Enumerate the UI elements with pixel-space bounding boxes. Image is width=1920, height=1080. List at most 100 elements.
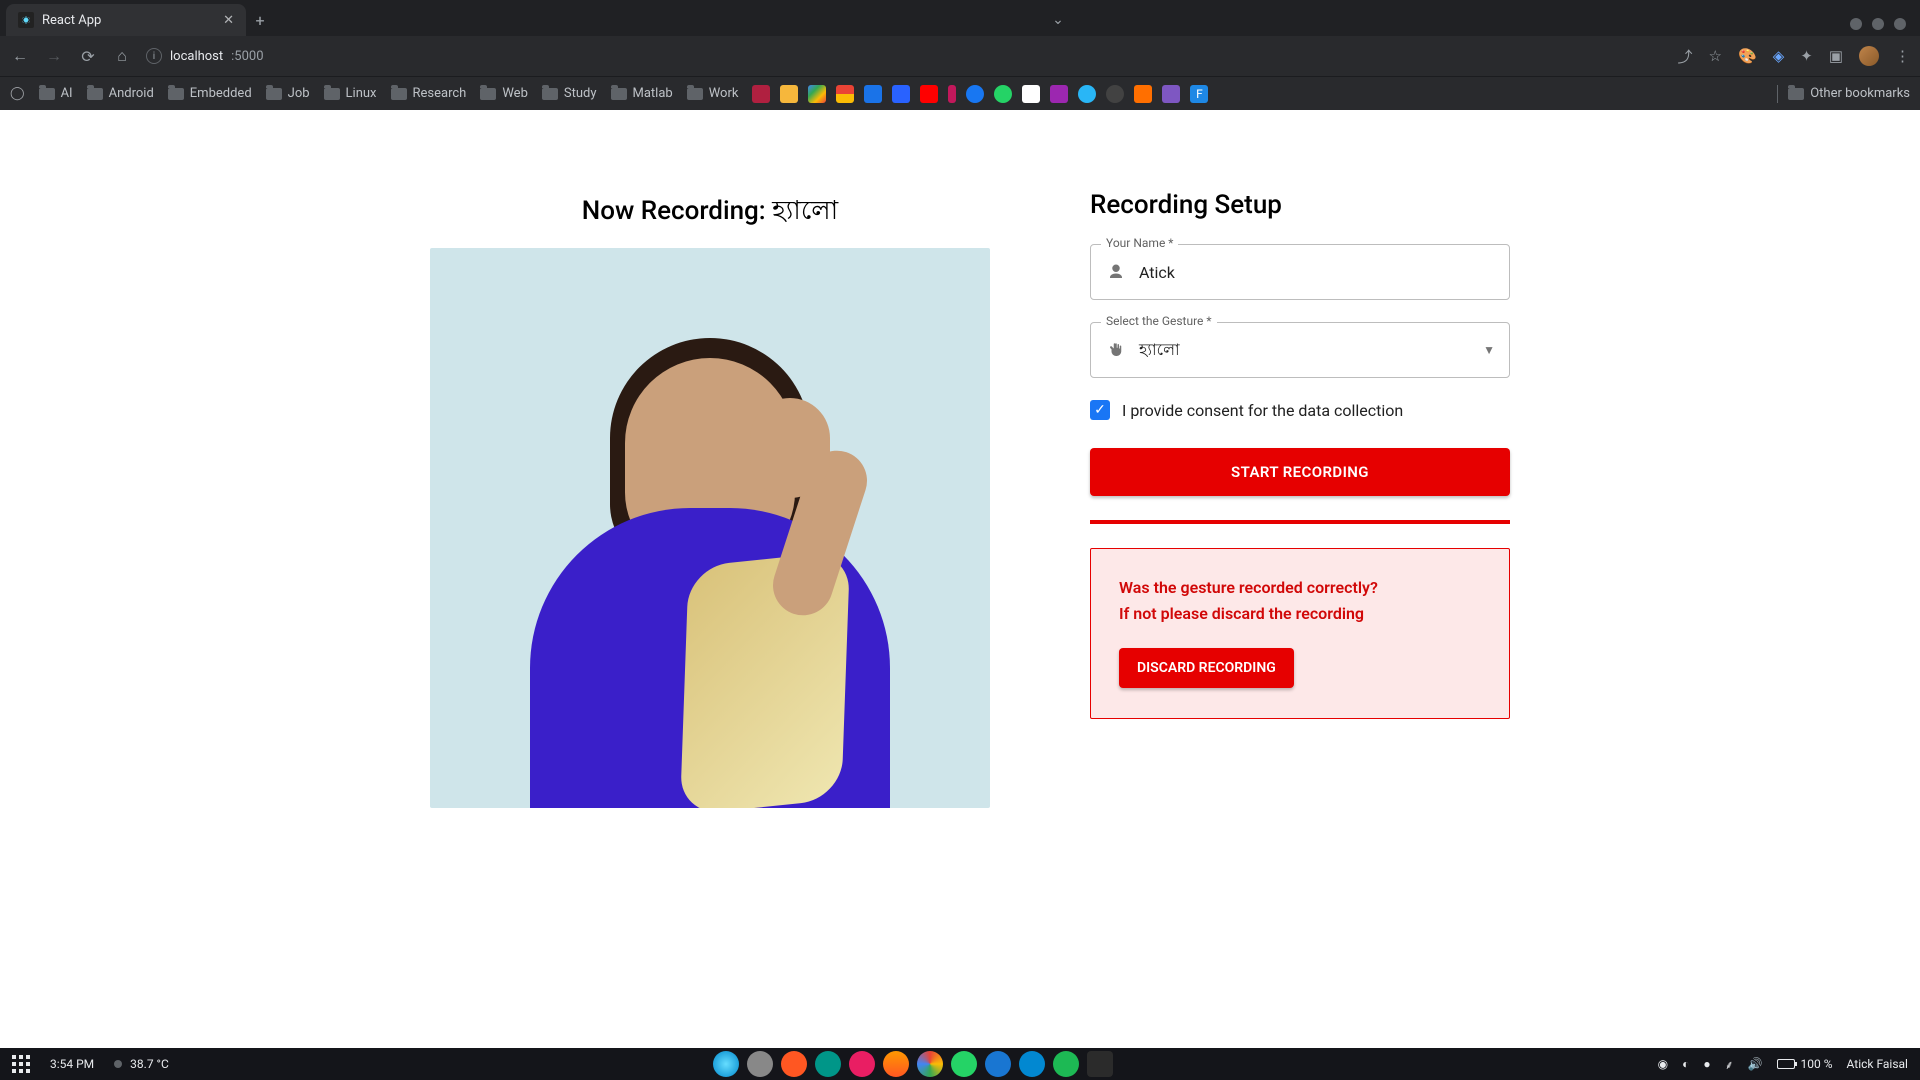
start-recording-button[interactable]: START RECORDING [1090,448,1510,496]
taskbar-app-icon[interactable] [951,1051,977,1077]
back-button[interactable]: ← [10,46,30,66]
folder-icon [266,88,282,100]
person-silhouette [500,328,920,808]
taskbar-app-icon[interactable] [883,1051,909,1077]
bookmark-icon[interactable] [966,85,984,103]
bookmark-icon[interactable] [752,85,770,103]
taskbar-app-icon[interactable] [747,1051,773,1077]
page-viewport: Now Recording: হ্যালো Recording Setup Yo… [0,110,1920,1048]
new-tab-button[interactable]: + [246,11,274,36]
consent-checkbox[interactable]: ✓ [1090,400,1110,420]
tab-close-icon[interactable]: ✕ [223,13,234,28]
bookmark-icon[interactable] [920,85,938,103]
bookmark-icon[interactable] [1078,85,1096,103]
palette-icon[interactable]: 🎨 [1738,47,1757,65]
bookmark-folder-android[interactable]: Android [87,86,154,101]
taskbar-app-icon[interactable] [815,1051,841,1077]
share-icon[interactable]: ⤴ [1678,46,1693,67]
folder-icon [542,88,558,100]
browser-toolbar: ← → ⟳ ⌂ i localhost:5000 ⤴ ☆ 🎨 ◈ ✦ ▣ ⋮ [0,36,1920,76]
name-label: Your Name * [1101,236,1178,250]
taskbar-app-icon[interactable] [713,1051,739,1077]
extensions-icon[interactable]: ✦ [1800,47,1813,65]
github-bookmark[interactable]: ◯ [10,86,25,101]
reload-button[interactable]: ⟳ [78,47,98,66]
form-panel: Recording Setup Your Name * Select the G… [1090,190,1510,808]
other-bookmarks[interactable]: Other bookmarks [1788,86,1910,101]
app-launcher-icon[interactable] [12,1055,30,1073]
react-favicon-icon: ⚛ [18,12,34,28]
bookmark-icon[interactable] [836,85,854,103]
extension-dot-icon[interactable]: ◈ [1773,47,1785,65]
bookmark-icon[interactable] [1134,85,1152,103]
battery-icon [1777,1059,1795,1069]
bookmark-folder-research[interactable]: Research [391,86,467,101]
taskbar-app-icon[interactable] [849,1051,875,1077]
taskbar-username[interactable]: Atick Faisal [1847,1057,1908,1071]
alert-line-2: If not please discard the recording [1119,601,1481,627]
bookmark-icon[interactable] [808,85,826,103]
preview-panel: Now Recording: হ্যালো [410,190,1010,808]
bookmark-folder-job[interactable]: Job [266,86,310,101]
bookmark-icon[interactable] [892,85,910,103]
bookmark-folder-study[interactable]: Study [542,86,597,101]
bookmark-icon[interactable]: F [1190,85,1208,103]
taskbar-app-icon[interactable] [1053,1051,1079,1077]
side-panel-icon[interactable]: ▣ [1829,47,1843,65]
bookmark-folder-work[interactable]: Work [687,86,739,101]
bookmark-icon[interactable] [948,85,956,103]
bookmark-icon[interactable] [994,85,1012,103]
folder-icon [39,88,55,100]
gesture-field[interactable]: Select the Gesture * হ্যালো ▼ [1090,322,1510,378]
bookmark-icon[interactable] [780,85,798,103]
person-icon [1105,263,1127,281]
bookmark-folder-matlab[interactable]: Matlab [611,86,673,101]
bookmark-folder-embedded[interactable]: Embedded [168,86,252,101]
taskbar-app-icon[interactable] [781,1051,807,1077]
os-taskbar: 3:54 PM 38.7 °C ◉ ◐ ● ⸙ 🔊 100 % Atick Fa… [0,1048,1920,1080]
tray-icon[interactable]: ◐ [1682,1057,1689,1071]
taskbar-time[interactable]: 3:54 PM [50,1057,94,1071]
bookmark-folder-ai[interactable]: AI [39,86,73,101]
name-field[interactable]: Your Name * [1090,244,1510,300]
taskbar-app-icon[interactable] [1087,1051,1113,1077]
bookmark-star-icon[interactable]: ☆ [1709,47,1722,65]
bookmark-folder-linux[interactable]: Linux [324,86,377,101]
window-controls[interactable] [1850,18,1920,36]
bookmark-icon[interactable] [1106,85,1124,103]
bookmark-folder-web[interactable]: Web [480,86,528,101]
tabs-overflow-icon[interactable]: ⌄ [1052,12,1072,36]
home-button[interactable]: ⌂ [112,46,132,66]
bookmark-icon[interactable] [864,85,882,103]
divider [1090,520,1510,524]
wifi-icon[interactable]: ⸙ [1725,1056,1734,1073]
dropdown-icon[interactable]: ▼ [1483,343,1495,357]
browser-tab-active[interactable]: ⚛ React App ✕ [6,4,246,36]
taskbar-app-icon[interactable] [1019,1051,1045,1077]
bookmark-icon[interactable] [1162,85,1180,103]
bookmark-icon[interactable] [1050,85,1068,103]
folder-icon [87,88,103,100]
name-input[interactable] [1139,263,1495,282]
bookmark-icon[interactable] [1022,85,1040,103]
discard-recording-button[interactable]: DISCARD RECORDING [1119,648,1294,688]
profile-avatar[interactable] [1859,46,1879,66]
folder-icon [480,88,496,100]
forward-button[interactable]: → [44,46,64,66]
separator [1777,85,1778,103]
browser-tabbar: ⚛ React App ✕ + ⌄ [0,0,1920,36]
folder-icon [168,88,184,100]
folder-icon [1788,88,1804,100]
tray-icon[interactable]: ● [1703,1057,1710,1071]
volume-icon[interactable]: 🔊 [1748,1057,1763,1071]
battery-indicator[interactable]: 100 % [1777,1057,1833,1071]
taskbar-temp[interactable]: 38.7 °C [114,1057,169,1071]
consent-row[interactable]: ✓ I provide consent for the data collect… [1090,400,1510,420]
site-info-icon[interactable]: i [146,48,162,64]
address-bar[interactable]: i localhost:5000 [146,48,264,64]
discord-tray-icon[interactable]: ◉ [1658,1057,1668,1071]
taskbar-app-icon[interactable] [985,1051,1011,1077]
bookmark-site-icons: F [752,85,1208,103]
menu-icon[interactable]: ⋮ [1895,47,1910,65]
taskbar-app-icon[interactable] [917,1051,943,1077]
